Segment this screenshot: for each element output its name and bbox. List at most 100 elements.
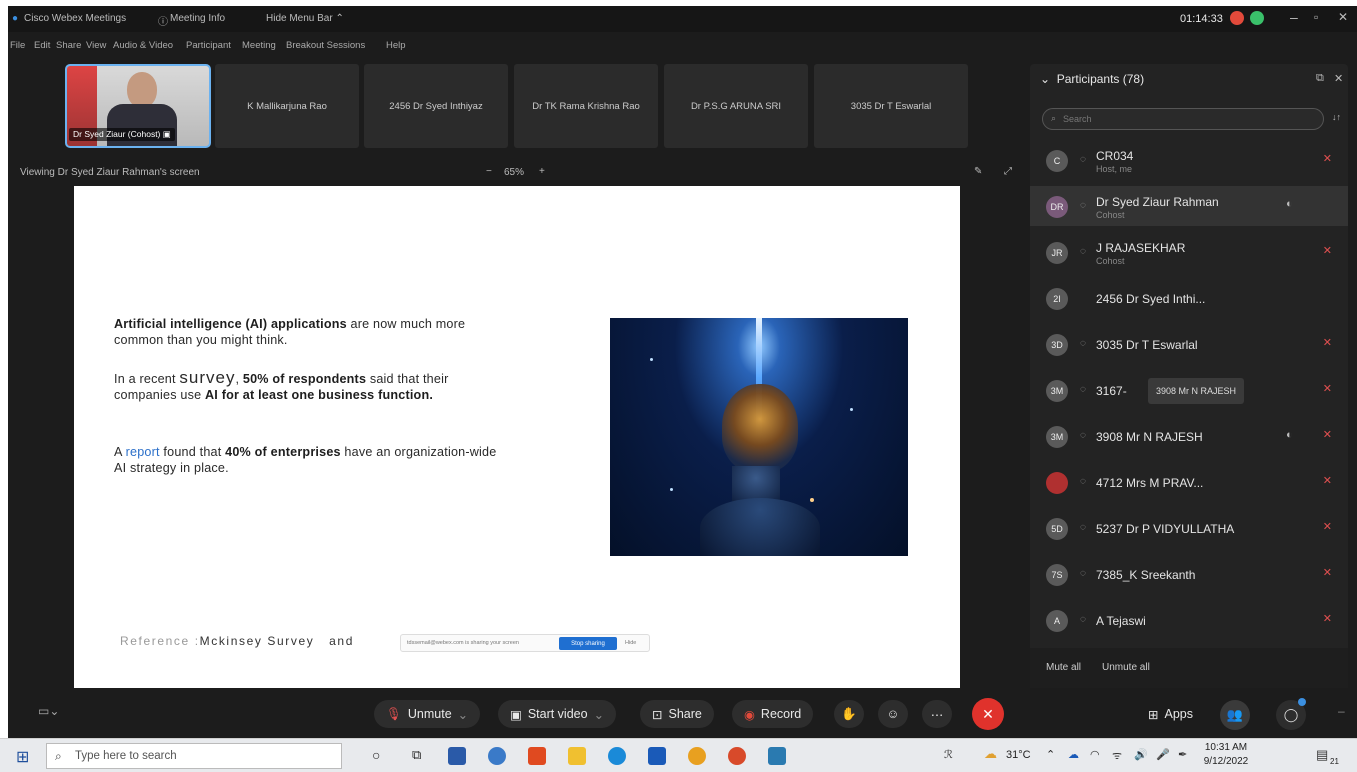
- muted-mic-icon[interactable]: ✕: [1323, 336, 1332, 349]
- onedrive-icon[interactable]: ☁: [1068, 748, 1079, 761]
- minimize-icon[interactable]: –: [1290, 9, 1298, 25]
- people-icon[interactable]: ℛ: [944, 748, 953, 761]
- close-icon[interactable]: ✕: [1338, 10, 1348, 24]
- more-icon[interactable]: –: [1338, 704, 1345, 718]
- more-options-button[interactable]: ☺: [878, 700, 908, 728]
- muted-mic-icon[interactable]: ✕: [1323, 152, 1332, 165]
- apps-button[interactable]: ⊞ Apps: [1136, 700, 1205, 728]
- audio-icon: ◌: [1080, 246, 1086, 257]
- active-speaker-thumbnail[interactable]: Dr Syed Ziaur (Cohost) ▣: [65, 64, 211, 148]
- chat-icon[interactable]: ▭⌄: [38, 704, 59, 718]
- muted-mic-icon[interactable]: ✕: [1323, 474, 1332, 487]
- participant-row[interactable]: 3M ◌ 3167- 3908 Mr N RAJESH ✕: [1030, 370, 1348, 410]
- muted-mic-icon[interactable]: ✕: [1323, 612, 1332, 625]
- slide-paragraph-3: A report found that 40% of enterprises h…: [114, 445, 497, 475]
- participants-toggle-button[interactable]: 👥: [1220, 700, 1250, 730]
- ai-head-image: [610, 318, 908, 556]
- wifi-icon[interactable]: ᯤ: [1112, 748, 1122, 763]
- muted-mic-icon[interactable]: ✕: [1323, 520, 1332, 533]
- thumbnail-2[interactable]: 2456 Dr Syed Inthiyaz: [364, 64, 508, 148]
- powerpoint-icon[interactable]: [728, 747, 746, 765]
- menu-breakout-sessions[interactable]: Breakout Sessions: [286, 40, 365, 51]
- hide-banner-button[interactable]: Hide: [625, 640, 636, 646]
- temperature: 31°C: [1006, 749, 1031, 761]
- thumbnail-4[interactable]: Dr P.S.G ARUNA SRI: [664, 64, 808, 148]
- chrome-icon[interactable]: [688, 747, 706, 765]
- participants-header: ⌄ Participants (78): [1040, 72, 1145, 86]
- muted-mic-icon[interactable]: ✕: [1323, 428, 1332, 441]
- share-button[interactable]: ⊡ Share: [640, 700, 714, 728]
- mic-icon[interactable]: 🎤: [1156, 748, 1170, 761]
- menu-share[interactable]: Share: [56, 40, 81, 51]
- participant-row[interactable]: JR ◌ J RAJASEKHAR Cohost ✕: [1030, 232, 1348, 272]
- volume-icon[interactable]: 🔊: [1134, 748, 1148, 761]
- report-link[interactable]: report: [126, 445, 160, 459]
- file-explorer-icon[interactable]: [568, 747, 586, 765]
- start-video-button[interactable]: ▣ Start video ⌄: [498, 700, 617, 728]
- reactions-button[interactable]: ✋: [834, 700, 864, 728]
- meeting-info-button[interactable]: Meeting Info: [170, 13, 225, 24]
- viewing-bar: Viewing Dr Syed Ziaur Rahman's screen − …: [8, 164, 1028, 184]
- participant-row[interactable]: 7S ◌ 7385_K Sreekanth ✕: [1030, 554, 1348, 594]
- muted-mic-icon[interactable]: ✕: [1323, 244, 1332, 257]
- unmute-all-button[interactable]: Unmute all: [1102, 662, 1150, 673]
- muted-mic-icon[interactable]: ✕: [1323, 382, 1332, 395]
- edge-icon[interactable]: [608, 747, 626, 765]
- overflow-button[interactable]: ⋯: [922, 700, 952, 728]
- store-icon[interactable]: [448, 747, 466, 765]
- network-icon[interactable]: ◠: [1090, 748, 1100, 761]
- clock-time[interactable]: 10:31 AM: [1200, 742, 1252, 753]
- windows-start-icon[interactable]: ⊞: [16, 747, 29, 767]
- taskbar-search-input[interactable]: ⌕ Type here to search: [46, 743, 342, 769]
- menu-edit[interactable]: Edit: [34, 40, 50, 51]
- mute-all-button[interactable]: Mute all: [1046, 662, 1081, 673]
- menu-audio-video[interactable]: Audio & Video: [113, 40, 173, 51]
- zoom-in-button[interactable]: +: [539, 166, 545, 177]
- notification-count: 21: [1330, 757, 1339, 766]
- participants-search-input[interactable]: ⌕ Search: [1042, 108, 1324, 130]
- clock-date[interactable]: 9/12/2022: [1200, 756, 1252, 767]
- hide-menu-bar-button[interactable]: Hide Menu Bar ⌃: [266, 13, 344, 24]
- webex-taskbar-icon[interactable]: [768, 747, 786, 765]
- close-panel-icon[interactable]: ✕: [1334, 72, 1343, 85]
- annotate-icon[interactable]: ✎: [974, 166, 982, 177]
- muted-mic-icon[interactable]: ✕: [1323, 566, 1332, 579]
- participant-row[interactable]: 3D ◌ 3035 Dr T Eswarlal ✕: [1030, 324, 1348, 364]
- menu-help[interactable]: Help: [386, 40, 406, 51]
- participant-row[interactable]: C ◌ CR034 Host, me ✕: [1030, 140, 1348, 180]
- slide-paragraph-2: In a recent survey, 50% of respondents s…: [114, 368, 449, 402]
- popout-icon[interactable]: ⧉: [1316, 72, 1324, 85]
- pen-icon[interactable]: ✒: [1178, 748, 1187, 761]
- participant-row[interactable]: DR ◌ Dr Syed Ziaur Rahman Cohost ◐: [1030, 186, 1348, 226]
- maximize-icon[interactable]: ▫: [1314, 10, 1318, 24]
- thumbnail-1[interactable]: K Mallikarjuna Rao: [215, 64, 359, 148]
- menu-participant[interactable]: Participant: [186, 40, 231, 51]
- unmute-button[interactable]: 🎙 Unmute ⌄: [374, 700, 481, 728]
- chevron-up-icon[interactable]: ⌃: [1046, 748, 1055, 761]
- leave-meeting-button[interactable]: ✕: [972, 698, 1004, 730]
- participant-row[interactable]: 3M ◌ 3908 Mr N RAJESH ◐ ✕: [1030, 416, 1348, 456]
- office-icon[interactable]: [528, 747, 546, 765]
- fullscreen-icon[interactable]: ⤢: [1004, 166, 1012, 177]
- notifications-icon[interactable]: ▤: [1316, 747, 1328, 763]
- cortana-icon[interactable]: ○: [372, 747, 380, 763]
- outlook-icon[interactable]: [648, 747, 666, 765]
- menu-meeting[interactable]: Meeting: [242, 40, 276, 51]
- avatar: 7S: [1046, 564, 1068, 586]
- zoom-out-button[interactable]: −: [486, 166, 492, 177]
- thumbnail-5[interactable]: 3035 Dr T Eswarlal: [814, 64, 968, 148]
- record-button[interactable]: ◉ Record: [732, 700, 814, 728]
- avatar: 5D: [1046, 518, 1068, 540]
- emoji-icon: ☺: [886, 707, 900, 721]
- participant-row[interactable]: 5D ◌ 5237 Dr P VIDYULLATHA ✕: [1030, 508, 1348, 548]
- thumbnail-3[interactable]: Dr TK Rama Krishna Rao: [514, 64, 658, 148]
- folder-icon[interactable]: [488, 747, 506, 765]
- participant-row[interactable]: ◌ 4712 Mrs M PRAV... ✕: [1030, 462, 1348, 502]
- task-view-icon[interactable]: ⧉: [412, 747, 421, 763]
- participant-row[interactable]: 2I 2456 Dr Syed Inthi...: [1030, 278, 1348, 318]
- menu-view[interactable]: View: [86, 40, 106, 51]
- stop-sharing-button[interactable]: Stop sharing: [559, 637, 617, 650]
- menu-file[interactable]: File: [10, 40, 25, 51]
- participant-row[interactable]: A ◌ A Tejaswi ✕: [1030, 600, 1348, 640]
- sort-icon[interactable]: ↓↑: [1332, 112, 1341, 122]
